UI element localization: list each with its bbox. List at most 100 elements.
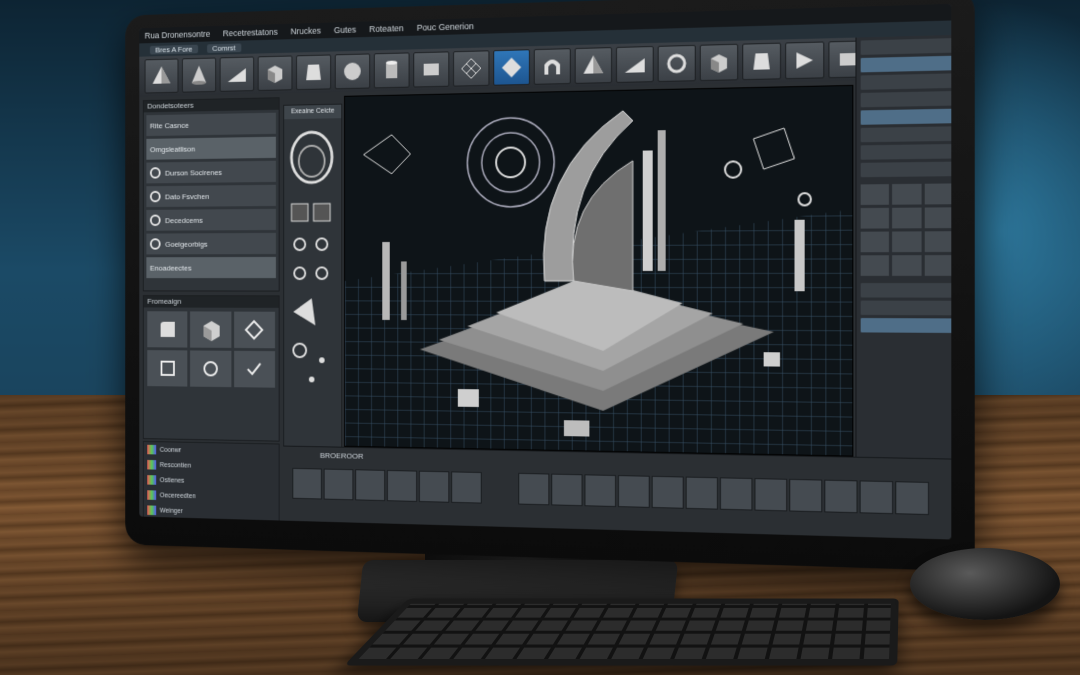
toolbar-button[interactable] (296, 54, 331, 90)
toolbar-button[interactable] (575, 47, 612, 84)
toolbar-button[interactable] (453, 50, 489, 86)
layer-label: Ostienes (160, 477, 185, 484)
toolbar-button[interactable] (220, 57, 254, 92)
shape-thumbnail[interactable] (892, 255, 921, 276)
outliner-item-label: Omgsleatlison (150, 144, 195, 153)
shelf-tool-button[interactable] (518, 473, 549, 505)
attribute-field[interactable] (861, 56, 952, 73)
menu-item[interactable]: Nruckes (291, 26, 321, 37)
attribute-field[interactable] (861, 91, 952, 107)
shelf-tool-button[interactable] (618, 475, 650, 508)
prism-icon (302, 60, 324, 84)
menu-item[interactable]: Pouc Generion (417, 21, 474, 32)
shelf-tool-button[interactable] (652, 476, 684, 509)
square-icon[interactable] (147, 350, 187, 387)
shelf-tool-button[interactable] (292, 468, 321, 500)
color-swatch (147, 460, 156, 470)
shelf-tool-button[interactable] (789, 479, 822, 512)
attribute-field[interactable] (861, 38, 952, 55)
attribute-field[interactable] (861, 126, 952, 142)
outliner-item-label: Goeigeorbigs (165, 239, 208, 248)
outliner-item[interactable]: Dato Fsvchen (146, 185, 276, 207)
shelf-tool-button[interactable] (419, 471, 449, 503)
outliner-item[interactable]: Decedcems (146, 209, 276, 231)
keyboard (344, 598, 899, 665)
shape-thumbnail[interactable] (892, 184, 921, 205)
shape-thumbnail[interactable] (924, 207, 951, 228)
shape-thumbnail[interactable] (892, 208, 921, 229)
toolbar-button[interactable] (145, 59, 179, 94)
pyramid-icon (582, 53, 606, 78)
curve-preview-icons (284, 118, 339, 447)
circle-icon (150, 167, 161, 179)
shape-thumbnail[interactable] (924, 183, 951, 204)
outliner-item[interactable]: Omgsleatlison (146, 137, 276, 160)
3d-viewport[interactable] (344, 85, 853, 457)
menu-item[interactable]: Gutes (334, 25, 356, 35)
attribute-field[interactable] (861, 73, 952, 89)
shape-thumbnail[interactable] (861, 208, 890, 229)
shelf-tool-button[interactable] (686, 477, 718, 510)
circle-icon (150, 215, 161, 226)
architectural-model (345, 86, 852, 456)
shelf-tool-button[interactable] (551, 474, 582, 507)
toolbar-button[interactable] (658, 45, 696, 82)
shape-thumbnail[interactable] (861, 184, 890, 205)
curve-tools-title: Exeaine Ceicte (284, 105, 341, 120)
shape-thumbnail[interactable] (924, 255, 951, 276)
shelf-tool-button[interactable] (824, 480, 857, 514)
toolbar-button[interactable] (616, 46, 654, 83)
circle-icon[interactable] (190, 350, 231, 387)
toolbar-button[interactable] (413, 51, 449, 87)
toolbar-button[interactable] (335, 53, 370, 89)
shelf-tool-button[interactable] (584, 474, 616, 507)
shelf-tool-button[interactable] (451, 471, 482, 503)
shelf-tool-button[interactable] (720, 477, 752, 510)
shape-thumbnail[interactable] (924, 231, 951, 252)
shelf-tool-button[interactable] (387, 470, 417, 502)
outliner-item[interactable]: Goeigeorbigs (146, 233, 276, 255)
attribute-field[interactable] (861, 109, 952, 125)
outliner-item-label: Enoadeectes (150, 263, 192, 272)
toolbar-button[interactable] (742, 43, 781, 81)
outliner-item[interactable]: Enoadeectes (146, 257, 276, 278)
attribute-field[interactable] (861, 162, 952, 178)
shelf-tool-button[interactable] (895, 481, 929, 515)
outliner-item[interactable]: Durson Socirenes (146, 161, 276, 184)
attribute-field[interactable] (861, 283, 952, 298)
rounded-shape-icon[interactable] (147, 311, 187, 347)
toolbar-button[interactable] (493, 49, 530, 85)
check-icon[interactable] (234, 351, 275, 388)
shape-thumbnail[interactable] (861, 255, 890, 276)
box-icon[interactable] (190, 311, 231, 348)
layer-row[interactable]: Weinger (144, 502, 279, 521)
outliner-item[interactable]: Rite Casnce (146, 113, 276, 136)
shelf-tool-button[interactable] (355, 469, 385, 501)
shelf-tool-button[interactable] (324, 469, 354, 501)
toolbar-button[interactable] (182, 58, 216, 93)
attribute-field[interactable] (861, 144, 952, 160)
circle-icon (150, 191, 161, 202)
tab-comrst[interactable]: Comrst (207, 43, 241, 53)
toolbar-button[interactable] (700, 44, 738, 81)
toolbar-button[interactable] (258, 56, 293, 91)
diamond-icon[interactable] (234, 312, 275, 349)
toolbar-button[interactable] (785, 41, 824, 79)
tab-bres-a-fore[interactable]: Bres A Fore (150, 44, 198, 54)
shelf-tool-button[interactable] (754, 478, 787, 511)
toolbar-button[interactable] (374, 52, 410, 88)
attribute-field[interactable] (861, 301, 952, 316)
shape-thumbnail[interactable] (861, 232, 890, 253)
menu-item[interactable]: Recetrestatons (223, 27, 278, 38)
shelf-tool-button[interactable] (860, 480, 894, 514)
menu-item[interactable]: Roteaten (369, 23, 403, 34)
layer-label: Weinger (160, 507, 183, 514)
pyramid-icon (151, 64, 172, 87)
layer-label: Rescontien (160, 462, 191, 469)
attribute-field[interactable] (861, 318, 952, 333)
menu-item[interactable]: Rua Dronensontre (145, 29, 211, 40)
cad-application-window: Rua Dronensontre Recetrestatons Nruckes … (139, 4, 951, 540)
shape-thumbnail[interactable] (892, 231, 921, 252)
properties-panel: Fromeaign (143, 295, 280, 441)
toolbar-button[interactable] (534, 48, 571, 85)
